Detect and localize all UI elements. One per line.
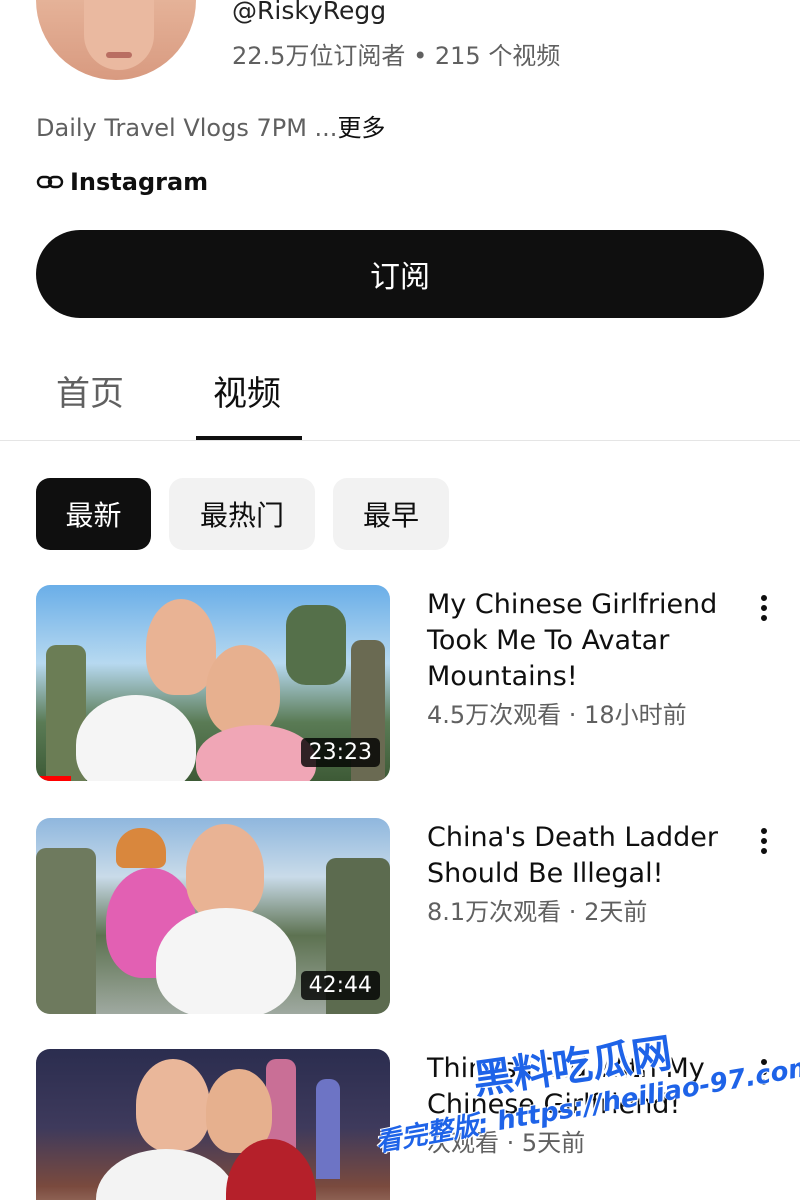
stats-separator: •	[413, 42, 428, 70]
tabs-divider	[0, 440, 800, 441]
watch-progress-bar	[36, 776, 72, 781]
video-thumbnail[interactable]: 23:23	[36, 585, 390, 781]
video-meta: 4.5万次观看 · 18小时前	[427, 701, 687, 729]
filter-chip-popular[interactable]: 最热门	[169, 478, 315, 550]
channel-link[interactable]: Instagram	[36, 168, 208, 196]
subscriber-count: 22.5万位订阅者	[232, 42, 406, 70]
video-item[interactable]: 42:44 China's Death Ladder Should Be Ill…	[0, 818, 800, 1018]
bio-more-link[interactable]: 更多	[337, 114, 385, 142]
video-views: 8.1万次观看	[427, 898, 562, 926]
subscribe-button[interactable]: 订阅	[36, 230, 764, 318]
more-options-icon[interactable]	[752, 824, 776, 858]
video-item[interactable]: 23:23 My Chinese Girlfriend Took Me To A…	[0, 585, 800, 785]
video-title[interactable]: Things I Did With My Chinese Girlfriend!	[427, 1051, 737, 1123]
tab-videos[interactable]: 视频	[213, 366, 281, 415]
video-meta: 8.1万次观看 · 2天前	[427, 898, 648, 926]
link-icon	[36, 175, 64, 189]
link-label: Instagram	[70, 168, 209, 196]
filter-chip-oldest[interactable]: 最早	[333, 478, 449, 550]
video-title[interactable]: My Chinese Girlfriend Took Me To Avatar …	[427, 587, 737, 695]
avatar-face	[84, 0, 154, 70]
video-count: 215 个视频	[434, 42, 561, 70]
video-views: 4.5万次观看	[427, 701, 562, 729]
more-options-icon[interactable]	[752, 591, 776, 625]
filter-chip-latest[interactable]: 最新	[36, 478, 151, 550]
video-age: 2天前	[584, 898, 648, 926]
more-options-icon[interactable]	[752, 1055, 776, 1089]
video-title[interactable]: China's Death Ladder Should Be Illegal!	[427, 820, 737, 892]
bio-text: Daily Travel Vlogs 7PM ...	[36, 114, 338, 142]
video-age: 5天前	[521, 1129, 586, 1157]
video-age: 18小时前	[584, 701, 687, 729]
video-thumbnail[interactable]: 42:44	[36, 818, 390, 1014]
video-meta: 次观看 · 5天前	[427, 1129, 586, 1157]
channel-bio[interactable]: Daily Travel Vlogs 7PM ...更多	[36, 108, 385, 143]
channel-avatar[interactable]	[36, 0, 196, 80]
tab-home[interactable]: 首页	[56, 366, 124, 415]
video-item[interactable]: Things I Did With My Chinese Girlfriend!…	[0, 1049, 800, 1200]
channel-handle: @RiskyRegg	[232, 0, 387, 25]
video-thumbnail[interactable]	[36, 1049, 390, 1200]
channel-stats: 22.5万位订阅者 • 215 个视频	[232, 36, 560, 71]
video-views: 次观看	[427, 1129, 499, 1157]
video-duration: 23:23	[300, 738, 380, 767]
avatar-mouth	[106, 52, 132, 58]
video-duration: 42:44	[300, 971, 380, 1000]
